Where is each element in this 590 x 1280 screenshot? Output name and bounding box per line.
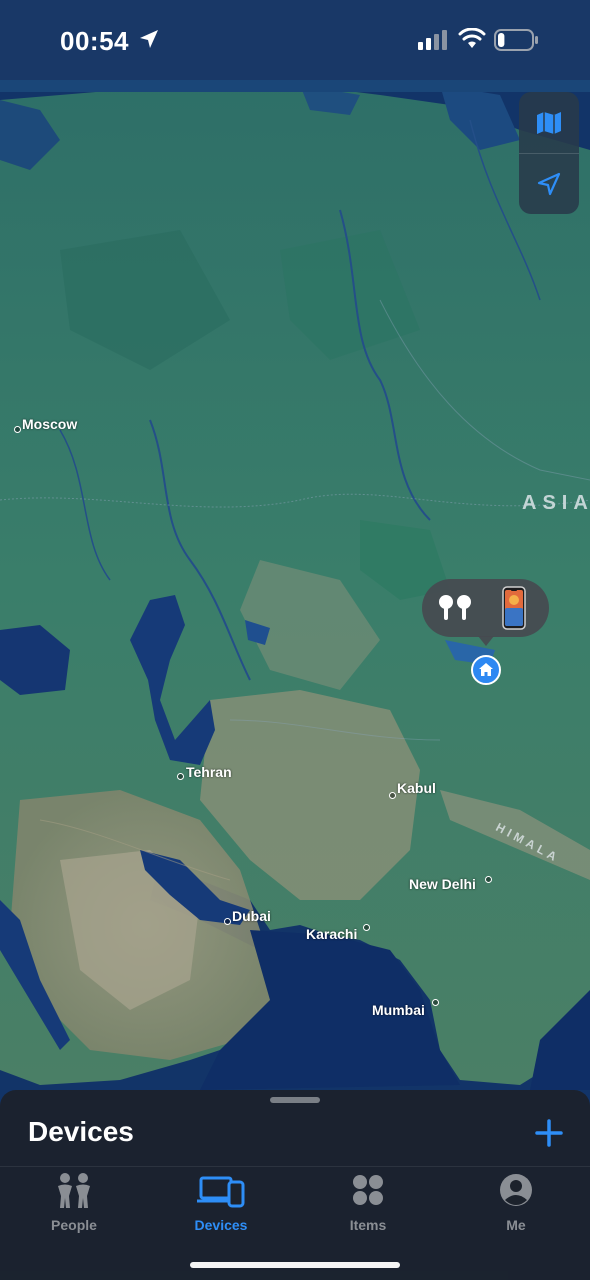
wifi-icon <box>458 28 486 48</box>
map-mode-icon <box>537 111 561 134</box>
current-location-button[interactable] <box>519 153 579 214</box>
tab-label-people: People <box>51 1217 97 1233</box>
city-label-karachi: Karachi <box>306 926 358 942</box>
location-arrow-icon <box>537 172 561 195</box>
map-view[interactable] <box>0 0 590 1280</box>
sheet-grabber[interactable] <box>270 1097 320 1103</box>
house-icon <box>479 663 493 676</box>
airpods-icon <box>439 595 471 620</box>
tab-label-me: Me <box>506 1217 526 1233</box>
sheet-divider <box>0 1166 590 1167</box>
tab-people[interactable]: People <box>24 1172 124 1233</box>
person-icon <box>500 1174 532 1206</box>
map-mode-button[interactable] <box>519 92 579 153</box>
add-device-button[interactable] <box>534 1118 564 1148</box>
city-marker-tehran <box>177 773 184 780</box>
tab-label-devices: Devices <box>194 1217 248 1233</box>
city-marker-karachi <box>363 924 370 931</box>
tab-items[interactable]: Items <box>318 1172 418 1233</box>
tab-me[interactable]: Me <box>466 1172 566 1233</box>
city-label-kabul: Kabul <box>397 780 436 796</box>
sheet-title: Devices <box>28 1116 134 1147</box>
city-label-new-delhi: New Delhi <box>409 876 476 892</box>
device-cluster-tail <box>478 636 494 646</box>
city-label-dubai: Dubai <box>232 908 271 924</box>
cellular-signal-icon <box>418 30 447 50</box>
tab-devices[interactable]: Devices <box>171 1172 271 1233</box>
map-controls <box>519 92 579 214</box>
items-icon <box>353 1175 383 1205</box>
device-cluster-bubble[interactable] <box>422 579 549 637</box>
region-label-asia: ASIA <box>522 492 590 514</box>
location-arrow-icon <box>140 30 158 48</box>
status-time: 00:54 <box>60 26 129 56</box>
city-marker-moscow <box>14 426 21 433</box>
people-icon <box>58 1173 90 1208</box>
status-bar: 00:54 <box>0 0 590 80</box>
devices-icon <box>197 1176 245 1208</box>
city-label-moscow: Moscow <box>22 416 78 432</box>
city-marker-kabul <box>389 792 396 799</box>
city-marker-dubai <box>224 918 231 925</box>
home-indicator[interactable] <box>190 1262 400 1268</box>
city-marker-mumbai <box>432 999 439 1006</box>
home-location-pin[interactable] <box>471 655 501 685</box>
city-marker-new-delhi <box>485 876 492 883</box>
city-label-mumbai: Mumbai <box>372 1002 425 1018</box>
map-terrain <box>0 0 590 1280</box>
tab-label-items: Items <box>349 1217 387 1233</box>
iphone-icon <box>502 586 526 630</box>
city-label-tehran: Tehran <box>186 764 232 780</box>
battery-icon <box>494 29 538 51</box>
